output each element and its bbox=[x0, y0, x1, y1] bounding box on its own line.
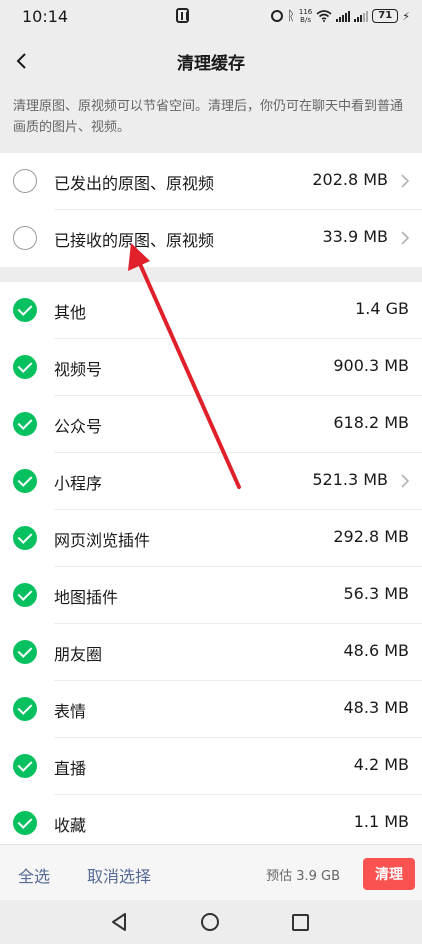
checked-circle-icon[interactable] bbox=[13, 640, 37, 664]
bottom-action-bar: 全选 取消选择 预估 3.9 GB 清理 bbox=[0, 844, 422, 900]
alarm-icon bbox=[271, 10, 284, 22]
unchecked-circle-icon[interactable] bbox=[13, 169, 37, 193]
page-title: 清理缓存 bbox=[177, 54, 245, 74]
item-size: 1.4 GB bbox=[355, 299, 409, 318]
list-item[interactable]: 公众号 618.2 MB bbox=[0, 396, 422, 453]
network-speed: 116 B/s bbox=[299, 8, 312, 24]
checked-circle-icon[interactable] bbox=[13, 412, 37, 436]
list-item[interactable]: 视频号 900.3 MB bbox=[0, 339, 422, 396]
original-media-card: 已发出的原图、原视频 202.8 MB 已接收的原图、原视频 33.9 MB bbox=[0, 153, 422, 267]
list-item[interactable]: 已接收的原图、原视频 33.9 MB bbox=[0, 210, 422, 267]
bluetooth-icon: ᚱ bbox=[287, 8, 295, 24]
checked-circle-icon[interactable] bbox=[13, 355, 37, 379]
item-label: 已接收的原图、原视频 bbox=[54, 231, 215, 250]
unchecked-circle-icon[interactable] bbox=[13, 226, 37, 250]
nfc-icon bbox=[176, 8, 189, 23]
cache-categories-card: 其他 1.4 GB 视频号 900.3 MB 公众号 618.2 MB 小程序 521.3 M… bbox=[0, 282, 422, 852]
status-time: 10:14 bbox=[22, 7, 69, 26]
item-label: 朋友圈 bbox=[54, 645, 103, 664]
chevron-right-icon[interactable] bbox=[400, 174, 410, 188]
item-size: 48.3 MB bbox=[343, 698, 410, 717]
network-speed-unit: B/s bbox=[300, 16, 311, 24]
list-item[interactable]: 直播 4.2 MB bbox=[0, 738, 422, 795]
item-size: 48.6 MB bbox=[343, 641, 410, 660]
list-item[interactable]: 朋友圈 48.6 MB bbox=[0, 624, 422, 681]
item-size: 900.3 MB bbox=[333, 356, 409, 375]
list-item[interactable]: 网页浏览插件 292.8 MB bbox=[0, 510, 422, 567]
system-recents-icon[interactable] bbox=[292, 914, 309, 931]
estimated-size: 预估 3.9 GB bbox=[266, 869, 340, 884]
chevron-right-icon[interactable] bbox=[400, 474, 410, 488]
checked-circle-icon[interactable] bbox=[13, 811, 37, 835]
checked-circle-icon[interactable] bbox=[13, 697, 37, 721]
item-size: 33.9 MB bbox=[322, 227, 389, 246]
item-label: 网页浏览插件 bbox=[54, 531, 151, 550]
checked-circle-icon[interactable] bbox=[13, 526, 37, 550]
select-all-button[interactable]: 全选 bbox=[18, 863, 50, 887]
item-size: 202.8 MB bbox=[312, 170, 388, 189]
signal-icon-1 bbox=[336, 10, 351, 22]
network-speed-value: 116 bbox=[298, 8, 313, 16]
item-label: 直播 bbox=[54, 759, 87, 778]
nav-bar: 清理缓存 bbox=[0, 34, 422, 88]
chevron-right-icon[interactable] bbox=[400, 231, 410, 245]
deselect-button[interactable]: 取消选择 bbox=[87, 863, 151, 887]
description-text: 清理原图、原视频可以节省空间。清理后，你仍可在聊天中看到普通画质的图片、视频。 bbox=[13, 99, 404, 135]
wifi-icon bbox=[316, 10, 332, 22]
charging-icon: ⚡ bbox=[402, 9, 410, 23]
checked-circle-icon[interactable] bbox=[13, 583, 37, 607]
item-size: 56.3 MB bbox=[343, 584, 410, 603]
status-icons: ᚱ 116 B/s 71 ⚡ bbox=[271, 6, 410, 26]
system-nav-bar bbox=[0, 900, 422, 944]
item-label: 收藏 bbox=[54, 816, 87, 835]
list-item[interactable]: 表情 48.3 MB bbox=[0, 681, 422, 738]
item-size: 1.1 MB bbox=[353, 812, 409, 831]
list-item[interactable]: 地图插件 56.3 MB bbox=[0, 567, 422, 624]
checked-circle-icon[interactable] bbox=[13, 754, 37, 778]
item-size: 292.8 MB bbox=[333, 527, 409, 546]
item-size: 618.2 MB bbox=[333, 413, 409, 432]
status-bar: 10:14 ᚱ 116 B/s 71 ⚡ bbox=[0, 0, 422, 34]
battery-icon: 71 bbox=[372, 9, 399, 23]
clean-button[interactable]: 清理 bbox=[363, 858, 415, 890]
system-home-icon[interactable] bbox=[201, 913, 219, 931]
system-back-icon[interactable] bbox=[110, 912, 128, 932]
checked-circle-icon[interactable] bbox=[13, 298, 37, 322]
item-label: 已发出的原图、原视频 bbox=[54, 174, 215, 193]
item-size: 521.3 MB bbox=[312, 470, 388, 489]
item-label: 小程序 bbox=[54, 474, 103, 493]
item-label: 地图插件 bbox=[54, 588, 119, 607]
signal-icon-2 bbox=[354, 10, 369, 22]
item-size: 4.2 MB bbox=[353, 755, 409, 774]
checked-circle-icon[interactable] bbox=[13, 469, 37, 493]
list-item[interactable]: 已发出的原图、原视频 202.8 MB bbox=[0, 153, 422, 210]
list-item[interactable]: 其他 1.4 GB bbox=[0, 282, 422, 339]
item-label: 表情 bbox=[54, 702, 87, 721]
item-label: 其他 bbox=[54, 303, 87, 322]
item-label: 公众号 bbox=[54, 417, 103, 436]
list-item[interactable]: 小程序 521.3 MB bbox=[0, 453, 422, 510]
item-label: 视频号 bbox=[54, 360, 103, 379]
